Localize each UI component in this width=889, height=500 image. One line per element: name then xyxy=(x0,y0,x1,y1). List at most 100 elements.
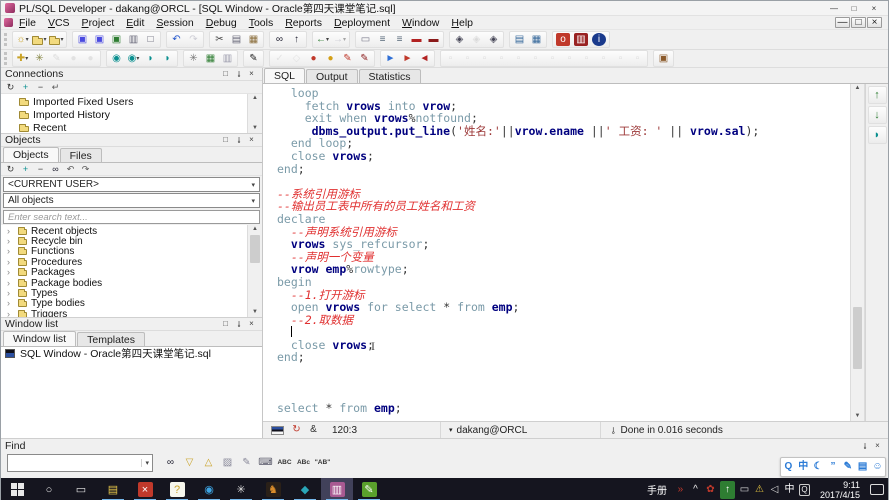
objects-tree[interactable]: › Recent objects › Recycle bin › Functions › Pr… xyxy=(1,226,247,317)
pin-icon[interactable]: ⊸ xyxy=(232,69,245,80)
objects-scrollbar[interactable]: ▲ ▼ xyxy=(247,225,262,317)
mdi-restore-button[interactable]: □ xyxy=(851,17,866,28)
tray-overflow-chevrons[interactable]: » xyxy=(673,481,688,499)
window-button-3[interactable]: ▫ xyxy=(476,51,493,66)
tree-item-procedures[interactable]: › Procedures xyxy=(1,257,247,268)
find-next-button[interactable]: ↑ xyxy=(288,32,305,47)
tree-item-recent[interactable]: Recent xyxy=(1,121,247,133)
refresh-connections-icon[interactable]: ↻ xyxy=(3,81,18,93)
menu-help[interactable]: Help xyxy=(445,17,479,29)
close-icon[interactable]: × xyxy=(245,135,258,146)
copy-button[interactable]: ▤ xyxy=(228,32,245,47)
tray-network-warning-icon[interactable]: ⚠ xyxy=(752,481,767,499)
info-button[interactable]: i xyxy=(592,33,606,46)
notes-question-app[interactable]: ? xyxy=(161,478,193,500)
editor-scrollbar[interactable]: ▲ ▼ xyxy=(850,84,865,421)
breakpoint-button[interactable]: ● xyxy=(305,51,322,66)
taskbar-clock[interactable]: 9:11 2017/4/15 xyxy=(814,480,866,500)
remove-connection-icon[interactable]: − xyxy=(33,81,48,93)
pin-icon[interactable]: ⊸ xyxy=(232,135,245,146)
configure-button[interactable]: ✳ xyxy=(31,51,48,66)
execute-script-button[interactable]: ► xyxy=(399,51,416,66)
tree-item-recent-objects[interactable]: › Recent objects xyxy=(1,226,247,237)
scroll-up-button[interactable]: ↑ xyxy=(867,86,887,104)
menu-vcs[interactable]: VCS xyxy=(42,17,76,29)
window-refresh-icon[interactable]: ↻ xyxy=(288,423,305,438)
menu-edit[interactable]: Edit xyxy=(120,17,150,29)
execute-button[interactable]: ► xyxy=(382,51,399,66)
file-explorer-app[interactable]: ▤ xyxy=(97,478,129,500)
menu-tools[interactable]: Tools xyxy=(243,17,280,29)
sessions-button[interactable]: ◉ ▾ xyxy=(125,51,142,66)
tree-item-triggers[interactable]: › Triggers xyxy=(1,309,247,317)
syntax-check-button[interactable]: ▬ xyxy=(408,32,425,47)
ime-punctuation-icon[interactable]: ” xyxy=(826,459,839,475)
tray-show-hidden-icon[interactable]: ^ xyxy=(688,481,703,499)
mark-all-button[interactable]: ▨ xyxy=(218,455,237,471)
mdi-close-button[interactable]: × xyxy=(867,17,882,28)
compile-button[interactable]: ▬ xyxy=(425,32,442,47)
sort-icon[interactable]: ↷ xyxy=(78,163,93,175)
highlight-roller-button[interactable]: ◗ xyxy=(867,126,887,144)
tree-item-recycle-bin[interactable]: › Recycle bin xyxy=(1,236,247,247)
edit-pencil-button[interactable]: ✎ xyxy=(48,51,65,66)
report-window-button[interactable]: ▥ xyxy=(219,51,236,66)
menu-session[interactable]: Session xyxy=(150,17,199,29)
toggle-breakpoint-button[interactable]: ● xyxy=(322,51,339,66)
keyboard-icon[interactable]: ⌨ xyxy=(256,455,275,471)
debug-pen2-button[interactable]: ✎ xyxy=(356,51,373,66)
match-case-button[interactable]: ABc xyxy=(294,455,313,471)
plsql-developer-app[interactable]: ▥ xyxy=(321,478,353,500)
back-button[interactable]: ← ▾ xyxy=(314,32,331,47)
tab-templates[interactable]: Templates xyxy=(77,331,145,346)
undo-button[interactable]: ↶ xyxy=(168,32,185,47)
menu-debug[interactable]: Debug xyxy=(200,17,243,29)
browser-sphere-app[interactable]: ◉ xyxy=(193,478,225,500)
find-combo[interactable]: ▾ xyxy=(7,454,153,472)
whole-word-button[interactable]: ABC xyxy=(275,455,294,471)
search-up-button[interactable]: △ xyxy=(199,455,218,471)
tab-files[interactable]: Files xyxy=(59,148,102,162)
add-object-icon[interactable]: + xyxy=(18,163,33,175)
maximize-icon[interactable]: □ xyxy=(219,69,232,80)
redo-button[interactable]: ↷ xyxy=(185,32,202,47)
session-user-icon[interactable]: & xyxy=(305,423,322,438)
window-button-12[interactable]: ▫ xyxy=(629,51,646,66)
connection-indicator[interactable]: dakang@ORCL xyxy=(457,425,528,436)
scroll-down-arrow[interactable]: ▼ xyxy=(252,125,258,132)
minimize-button[interactable]: — xyxy=(824,2,844,15)
scroll-down-button[interactable]: ↓ xyxy=(867,106,887,124)
tree-item-functions[interactable]: › Functions xyxy=(1,246,247,257)
filter-icon[interactable]: ↶ xyxy=(63,163,78,175)
describe-button[interactable]: ▭ xyxy=(357,32,374,47)
connections-tree[interactable]: Imported Fixed Users Imported History Rece… xyxy=(1,95,247,133)
oracle-home-button[interactable]: o xyxy=(556,33,570,46)
command-window-button[interactable]: ✎ xyxy=(245,51,262,66)
ime-chinese-mode-icon[interactable]: 中 xyxy=(797,459,810,475)
print-preview-button[interactable]: □ xyxy=(142,32,159,47)
close-icon[interactable]: × xyxy=(871,440,884,451)
menu-reports[interactable]: Reports xyxy=(279,17,328,29)
rollback-button[interactable]: ◗ xyxy=(159,51,176,66)
ime-search-icon[interactable]: Q xyxy=(782,459,795,475)
task-view-button[interactable]: ▭ xyxy=(65,478,97,500)
user-select[interactable]: <CURRENT USER> ▾ xyxy=(3,177,260,192)
scroll-up-arrow[interactable]: ▲ xyxy=(252,95,258,102)
close-icon[interactable]: × xyxy=(245,69,258,80)
outdent-button[interactable]: ≡ xyxy=(391,32,408,47)
test-window-button[interactable]: ▦ xyxy=(202,51,219,66)
tree-item-imported-fixed-users[interactable]: Imported Fixed Users xyxy=(1,95,247,108)
window-button-4[interactable]: ▫ xyxy=(493,51,510,66)
open-recent-button[interactable]: ▾ xyxy=(48,32,65,47)
tree-item-type-bodies[interactable]: › Type bodies xyxy=(1,298,247,309)
import-connections-icon[interactable]: ↵ xyxy=(48,81,63,93)
window-button-10[interactable]: ▫ xyxy=(595,51,612,66)
tree-item-packages[interactable]: › Packages xyxy=(1,267,247,278)
window-button-9[interactable]: ▫ xyxy=(578,51,595,66)
cube-app[interactable]: ◆ xyxy=(289,478,321,500)
tray-volume-icon[interactable]: ◁ xyxy=(767,481,782,499)
remove-object-icon[interactable]: − xyxy=(33,163,48,175)
window-button-5[interactable]: ▫ xyxy=(510,51,527,66)
tray-search-icon[interactable]: Q xyxy=(797,481,812,499)
logon-key-button[interactable]: ✚ ▾ xyxy=(14,51,31,66)
